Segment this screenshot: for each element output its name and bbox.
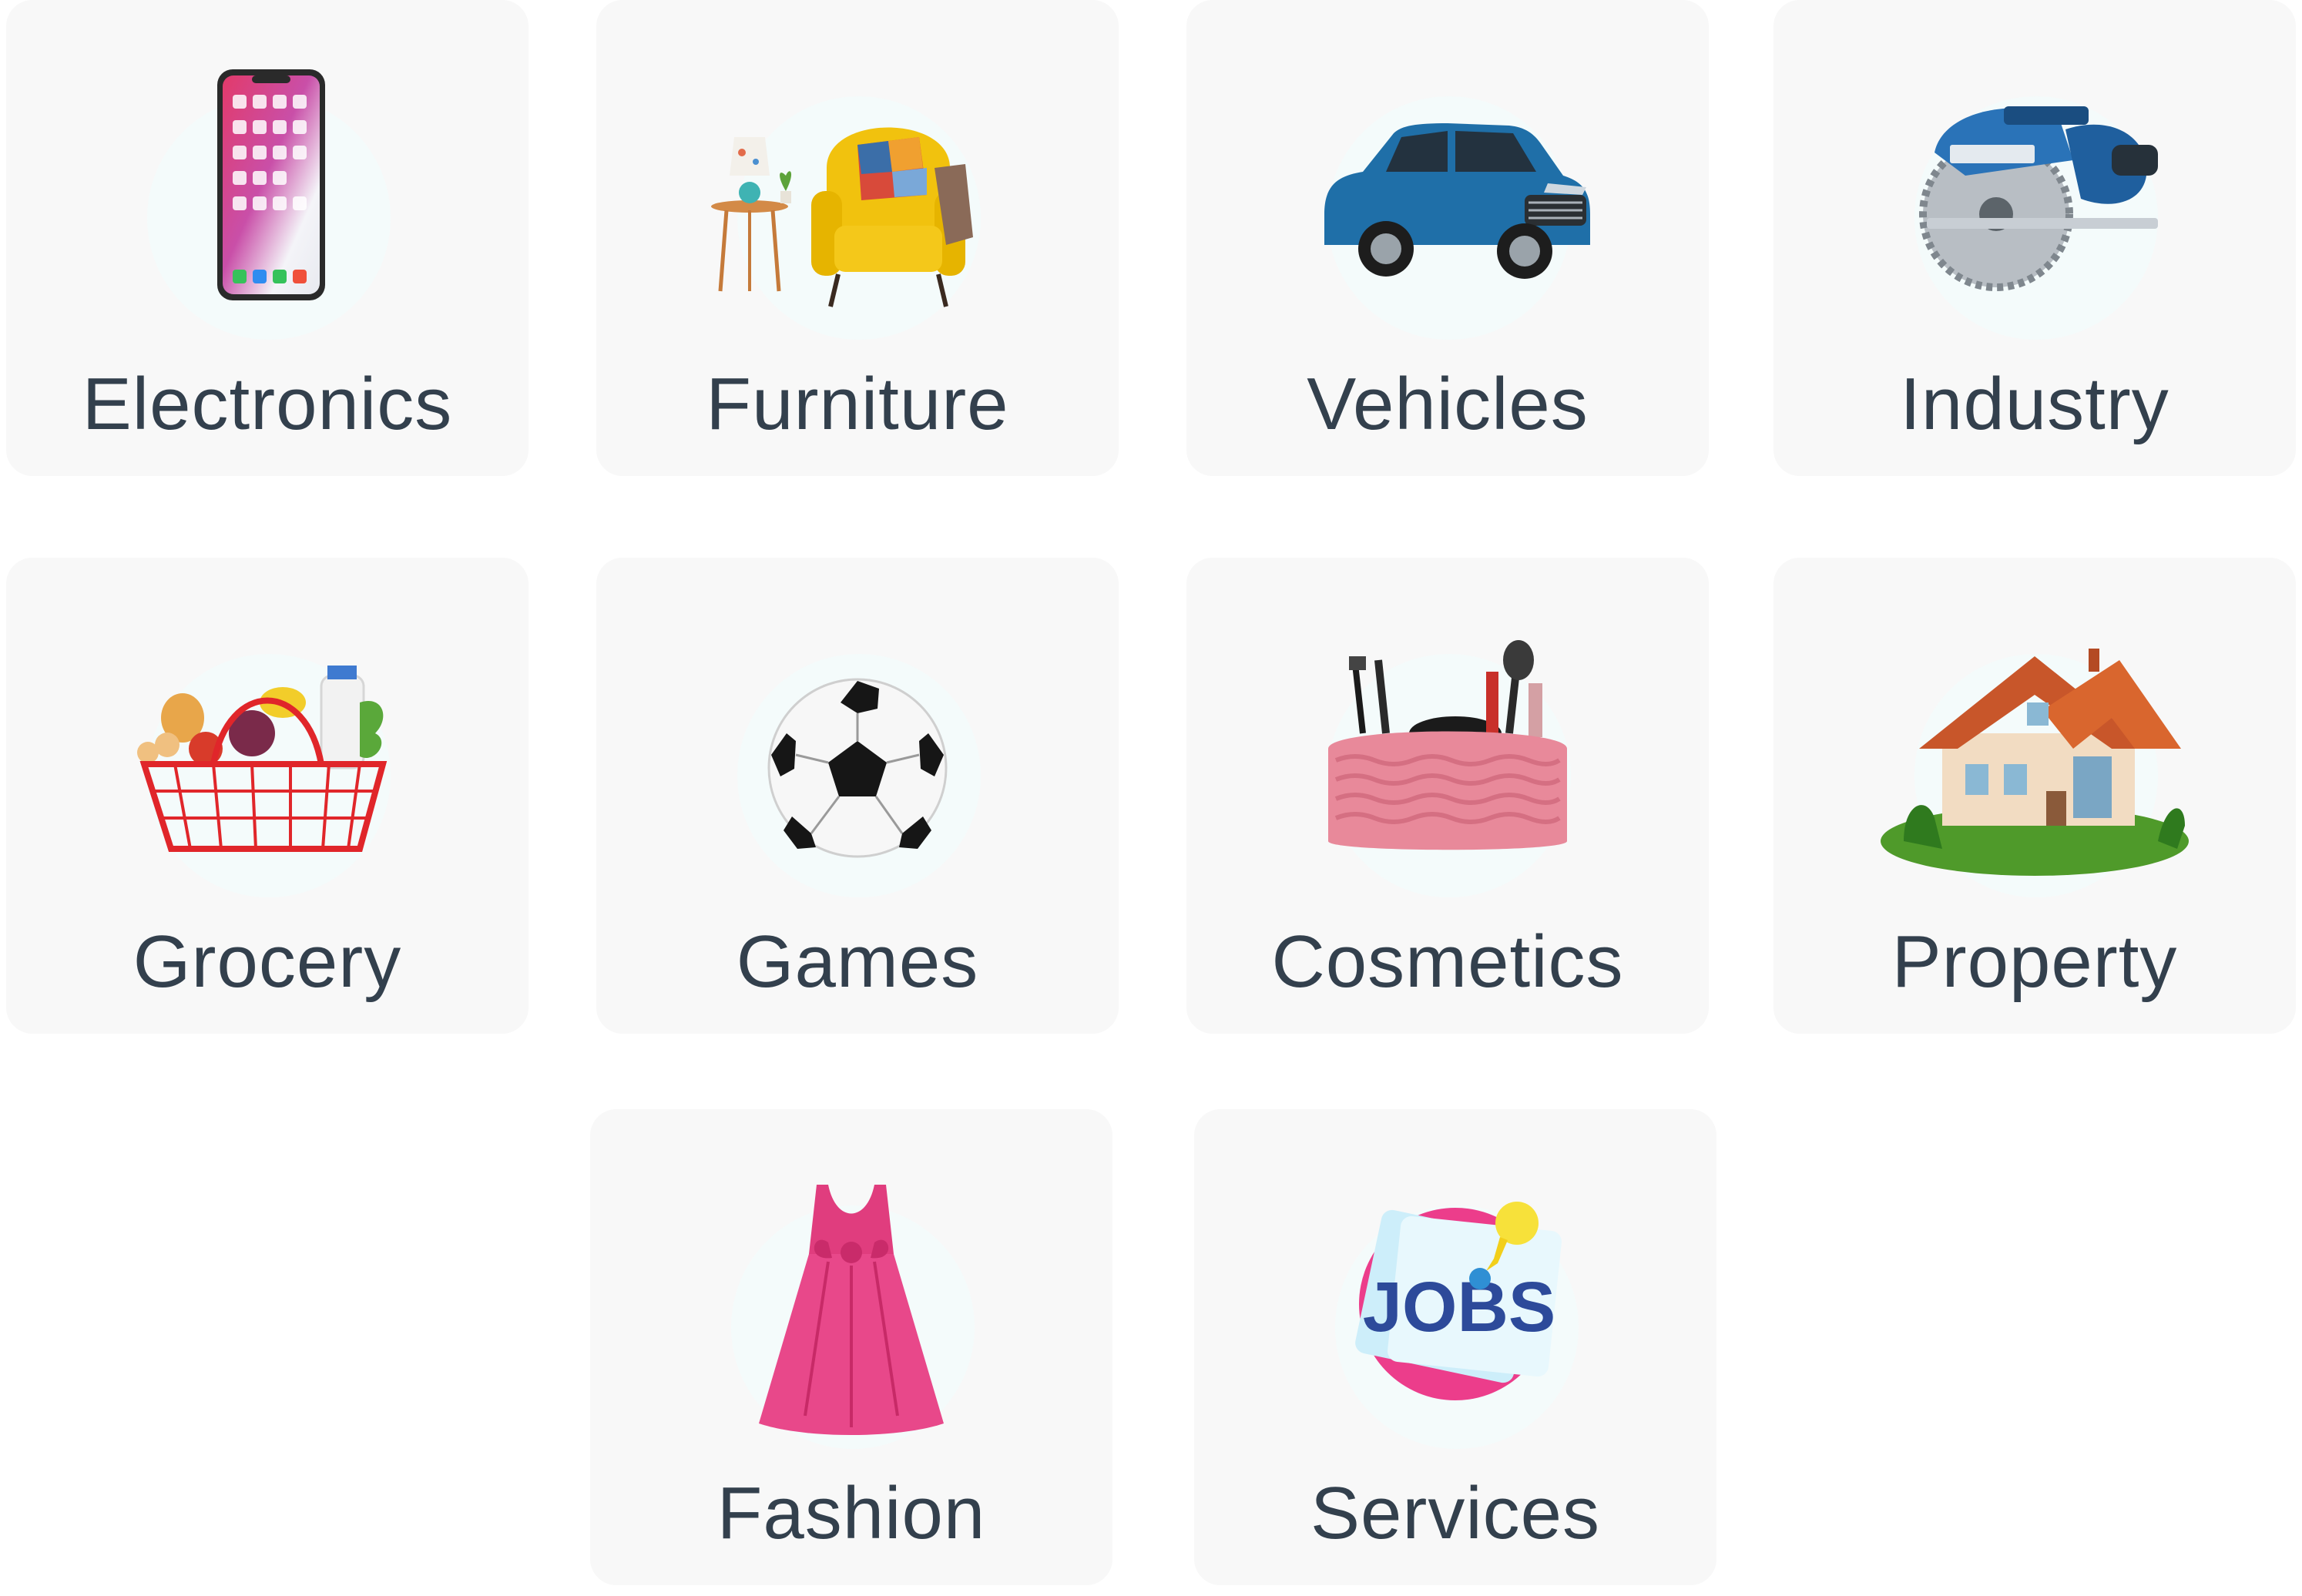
grocery-basket-icon (137, 666, 388, 852)
smartphone-icon (217, 69, 325, 300)
jobs-note-icon: JOBS (1355, 1202, 1562, 1400)
category-label: Furniture (706, 363, 1009, 445)
category-card-grocery[interactable]: Grocery (6, 558, 529, 1034)
category-card-services[interactable]: JOBS Services (1194, 1109, 1716, 1585)
category-card-games[interactable]: Games (596, 558, 1119, 1034)
car-icon (1324, 123, 1590, 279)
category-card-property[interactable]: Property (1773, 558, 2296, 1034)
house-icon (1881, 649, 2189, 876)
category-card-fashion[interactable]: Fashion (590, 1109, 1112, 1585)
category-label: Games (736, 920, 979, 1003)
category-card-industry[interactable]: Industry (1773, 0, 2296, 476)
category-label: Industry (1900, 363, 2169, 445)
soccer-ball-icon (767, 678, 948, 858)
category-card-cosmetics[interactable]: Cosmetics (1186, 558, 1709, 1034)
category-label: Grocery (133, 920, 402, 1003)
category-card-furniture[interactable]: Furniture (596, 0, 1119, 476)
makeup-bag-icon (1328, 640, 1567, 850)
category-label: Cosmetics (1271, 920, 1624, 1003)
category-label: Property (1891, 920, 2178, 1003)
category-label: Fashion (716, 1472, 986, 1554)
category-label: Electronics (82, 363, 453, 445)
category-label: Services (1310, 1472, 1601, 1554)
category-label: Vehicles (1307, 363, 1589, 445)
jobs-text: JOBS (1363, 1268, 1556, 1346)
category-card-vehicles[interactable]: Vehicles (1186, 0, 1709, 476)
armchair-icon (711, 127, 973, 307)
category-card-electronics[interactable]: Electronics (6, 0, 529, 476)
circular-saw-icon (1919, 106, 2158, 291)
dress-icon (759, 1185, 944, 1435)
